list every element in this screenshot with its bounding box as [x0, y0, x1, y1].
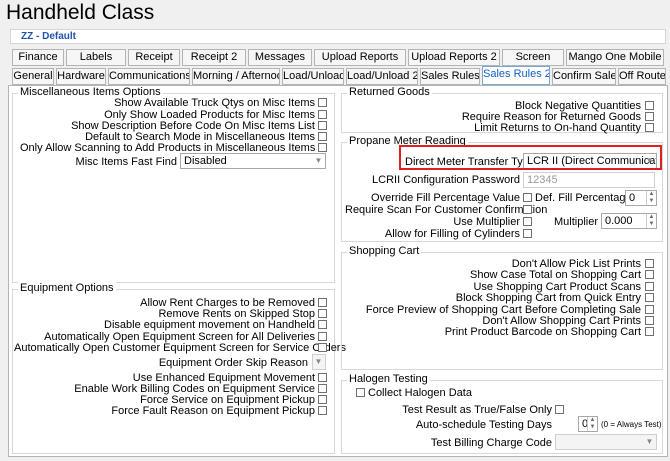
tab-load-unload-2[interactable]: Load/Unload 2 [346, 68, 418, 85]
tab-mango-one-mobile[interactable]: Mango One Mobile [566, 49, 664, 66]
fast-find-value: Disabled [184, 155, 227, 167]
show-truck-qtys-checkbox[interactable] [318, 98, 327, 107]
chevron-down-icon: ▼ [645, 437, 654, 446]
work-billing-codes-checkbox[interactable] [318, 384, 327, 393]
show-case-total-checkbox[interactable] [645, 270, 654, 279]
tab-general[interactable]: General [12, 68, 54, 85]
chevron-down-icon: ▼ [314, 357, 323, 366]
page-title: Handheld Class [6, 1, 155, 24]
billing-code-label: Test Billing Charge Code [430, 437, 552, 449]
password-label: LCRII Configuration Password [372, 174, 520, 186]
cart-option-label: Block Shopping Cart from Quick Entry [455, 292, 641, 304]
chevron-down-icon: ▼ [314, 156, 323, 165]
tab-receipt-2[interactable]: Receipt 2 [182, 49, 246, 66]
no-pick-list-prints-checkbox[interactable] [645, 259, 654, 268]
tab-hardware[interactable]: Hardware [56, 68, 106, 85]
equipment-option-label: Automatically Open Customer Equipment Sc… [14, 342, 346, 354]
tab-screen[interactable]: Screen [502, 49, 564, 66]
def-fill-stepper[interactable]: 0 ▲ ▼ [625, 190, 657, 206]
auto-open-customer-equipment-checkbox[interactable] [318, 343, 327, 352]
equipment-option-label: Disable equipment movement on Handheld [104, 319, 315, 331]
multiplier-stepper[interactable]: 0.000 ▲ ▼ [601, 213, 657, 229]
auto-open-equipment-checkbox[interactable] [318, 332, 327, 341]
tab-upload-reports-2[interactable]: Upload Reports 2 [408, 49, 500, 66]
cart-option-label: Show Case Total on Shopping Cart [469, 269, 641, 281]
multiplier-value: 0.000 [605, 215, 633, 227]
tab-messages[interactable]: Messages [248, 49, 312, 66]
disable-equipment-movement-checkbox[interactable] [318, 320, 327, 329]
halogen-title: Halogen Testing [347, 373, 430, 386]
use-multiplier-checkbox[interactable] [523, 217, 532, 226]
highlight-box [399, 145, 662, 170]
force-service-pickup-checkbox[interactable] [318, 395, 327, 404]
testing-days-label: Auto-schedule Testing Days [415, 419, 552, 431]
skip-reason-select[interactable]: ▼ [312, 354, 326, 370]
fast-find-select[interactable]: Disabled ▼ [180, 153, 326, 169]
tab-receipt[interactable]: Receipt [128, 49, 180, 66]
password-field[interactable]: 12345 [523, 172, 655, 188]
override-fill-label: Override Fill Percentage Value [371, 192, 520, 204]
override-fill-checkbox[interactable] [523, 193, 532, 202]
equipment-title: Equipment Options [18, 282, 116, 295]
cart-option-label: Print Product Barcode on Shopping Cart [444, 326, 641, 338]
spin-arrows-icon: ▲ ▼ [646, 214, 656, 228]
limit-returns-checkbox[interactable] [645, 123, 654, 132]
only-scanning-checkbox[interactable] [318, 143, 327, 152]
force-preview-cart-checkbox[interactable] [645, 305, 654, 314]
def-fill-label: Def. Fill Percentage [535, 192, 632, 204]
def-fill-value: 0 [629, 192, 636, 204]
cylinders-checkbox[interactable] [523, 229, 532, 238]
test-result-checkbox[interactable] [555, 405, 564, 414]
spin-arrows-icon: ▲ ▼ [646, 191, 656, 205]
tab-sales-rules[interactable]: Sales Rules [420, 68, 480, 85]
equipment-option-label: Force Fault Reason on Equipment Pickup [111, 405, 315, 417]
description-before-code-checkbox[interactable] [318, 121, 327, 130]
force-fault-reason-checkbox[interactable] [318, 406, 327, 415]
require-reason-returned-checkbox[interactable] [645, 112, 654, 121]
print-barcode-checkbox[interactable] [645, 327, 654, 336]
tab-upload-reports[interactable]: Upload Reports [314, 49, 406, 66]
collect-halogen-checkbox[interactable] [356, 388, 365, 397]
cylinders-label: Allow for Filling of Cylinders [384, 228, 520, 240]
only-loaded-products-checkbox[interactable] [318, 110, 327, 119]
tab-morning-afternoon[interactable]: Morning / Afternoon [192, 68, 280, 85]
remove-rents-checkbox[interactable] [318, 309, 327, 318]
tab-confirm-sale[interactable]: Confirm Sale [552, 68, 616, 85]
tab-off-route[interactable]: Off Route [618, 68, 666, 85]
class-subtitle: ZZ - Default [21, 31, 76, 42]
enhanced-equipment-movement-checkbox[interactable] [318, 373, 327, 382]
misc-option-label: Show Available Truck Qtys on Misc Items [114, 97, 315, 109]
allow-rent-removed-checkbox[interactable] [318, 298, 327, 307]
returned-option-label: Limit Returns to On-hand Quantity [474, 122, 641, 134]
skip-reason-label: Equipment Order Skip Reason [158, 357, 308, 369]
scan-confirm-checkbox[interactable] [523, 205, 532, 214]
block-negative-quantities-checkbox[interactable] [645, 101, 654, 110]
testing-days-stepper[interactable]: 0 ▲ ▼ [578, 416, 598, 432]
default-search-mode-checkbox[interactable] [318, 132, 327, 141]
testing-days-hint: (0 = Always Test) [601, 420, 662, 429]
spin-arrows-icon: ▲ ▼ [587, 417, 597, 431]
billing-code-select[interactable]: ▼ [555, 434, 657, 450]
multiplier-label: Multiplier [553, 216, 598, 228]
no-cart-prints-checkbox[interactable] [645, 316, 654, 325]
tab-finance[interactable]: Finance [12, 49, 64, 66]
block-quick-entry-checkbox[interactable] [645, 293, 654, 302]
use-multiplier-label: Use Multiplier [453, 216, 520, 228]
tab-sales-rules-2[interactable]: Sales Rules 2 [482, 66, 550, 85]
returned-goods-title: Returned Goods [347, 86, 432, 99]
shopping-cart-title: Shopping Cart [347, 245, 422, 258]
test-result-label: Test Result as True/False Only [402, 404, 552, 416]
scan-confirm-label: Require Scan For Customer Confirmation [345, 204, 548, 216]
fast-find-label: Misc Items Fast Find [75, 156, 177, 168]
cart-product-scans-checkbox[interactable] [645, 282, 654, 291]
subtitle-bar: ZZ - Default [10, 29, 666, 44]
tab-load-unload[interactable]: Load/Unload [282, 68, 344, 85]
tab-communications[interactable]: Communications [108, 68, 190, 85]
collect-halogen-label: Collect Halogen Data [368, 387, 472, 399]
tab-labels[interactable]: Labels [66, 49, 126, 66]
